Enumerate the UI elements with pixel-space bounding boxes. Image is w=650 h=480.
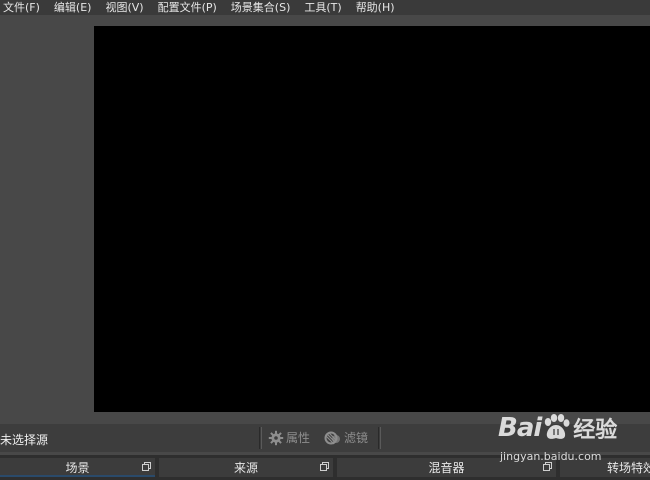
undock-icon[interactable] [142,462,151,471]
menu-profile[interactable]: 配置文件(P) [151,0,224,15]
filter-icon [324,431,340,444]
undock-icon[interactable] [320,462,329,471]
baidu-jingyan-watermark: Bai 经验 jingyan.baidu.com [498,412,648,470]
toolbar-divider [259,427,262,449]
mixer-dock-title: 混音器 [428,461,465,475]
filters-label: 滤镜 [344,431,369,445]
preview-canvas[interactable] [94,26,650,412]
menu-edit[interactable]: 编辑(E) [47,0,99,15]
scenes-dock-header[interactable]: 场景 [0,458,155,477]
watermark-url: jingyan.baidu.com [500,450,602,463]
menu-file[interactable]: 文件(F) [3,0,47,15]
menu-tools[interactable]: 工具(T) [297,0,348,15]
menu-help[interactable]: 帮助(H) [349,0,402,15]
properties-label: 属性 [286,431,311,445]
paw-icon [545,414,570,439]
gear-icon [268,430,284,445]
menu-view[interactable]: 视图(V) [98,0,150,15]
watermark-bai: Bai [498,413,542,443]
dock-underline [0,475,155,477]
watermark-jingyan: 经验 [573,418,618,443]
scenes-dock-title: 场景 [65,461,90,475]
sources-dock-header[interactable]: 来源 [159,458,333,477]
sources-dock-title: 来源 [233,461,258,475]
menu-bar: 文件(F) 编辑(E) 视图(V) 配置文件(P) 场景集合(S) 工具(T) … [0,0,650,15]
watermark-logo: Bai 经验 [498,412,617,444]
menu-scene-collection[interactable]: 场景集合(S) [224,0,298,15]
toolbar-divider [378,427,381,449]
no-source-label: 未选择源 [0,433,49,447]
filters-button[interactable]: 滤镜 [324,429,368,446]
properties-button[interactable]: 属性 [268,429,310,446]
